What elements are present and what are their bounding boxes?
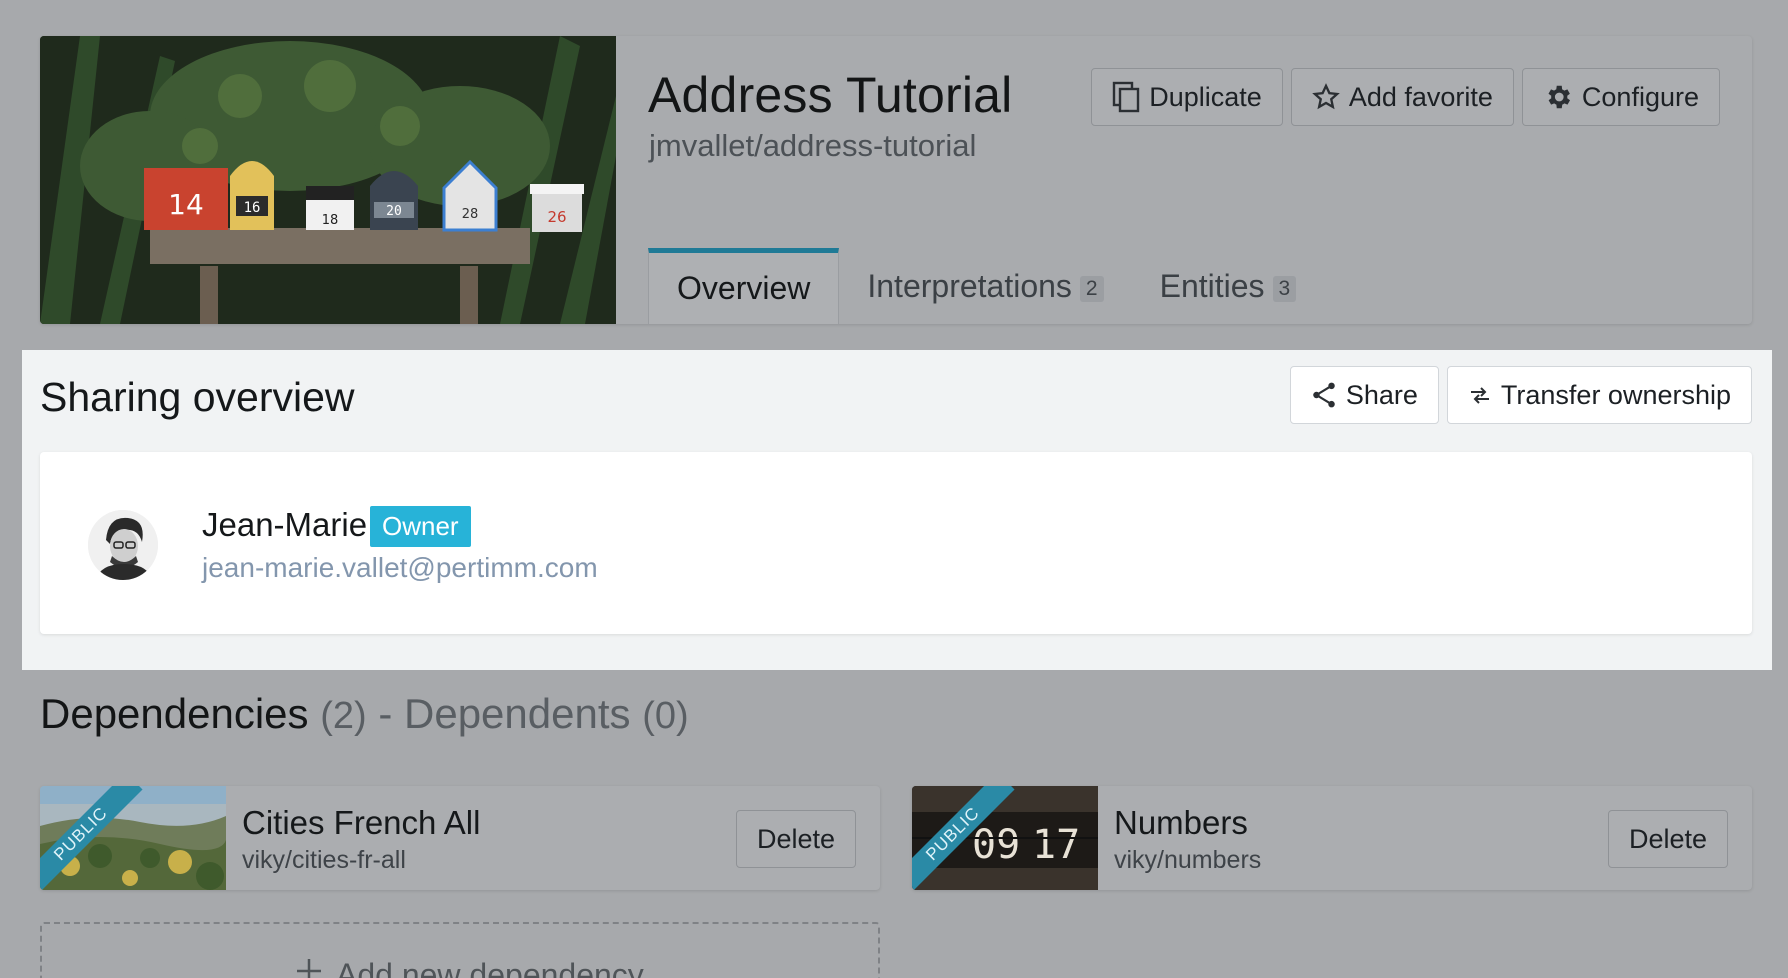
dependency-card[interactable]: 09 17 PUBLIC Numbers viky/numbers Delete bbox=[912, 786, 1752, 890]
copy-icon bbox=[1112, 81, 1140, 113]
share-button[interactable]: Share bbox=[1289, 366, 1439, 424]
transfer-ownership-label: Transfer ownership bbox=[1500, 379, 1731, 410]
tab-count-badge: 3 bbox=[1272, 276, 1297, 302]
tab-label: Interpretations bbox=[867, 267, 1072, 304]
duplicate-button[interactable]: Duplicate bbox=[1091, 68, 1283, 126]
tab-entities[interactable]: Entities 3 bbox=[1132, 248, 1325, 324]
mailbox-number: 28 bbox=[462, 207, 479, 222]
dependents-title[interactable]: Dependents bbox=[404, 690, 631, 737]
agent-header-card: 14 16 18 20 28 26 Address Tutorial jmval… bbox=[40, 36, 1752, 324]
mailbox-number: 26 bbox=[547, 208, 566, 226]
duplicate-label: Duplicate bbox=[1149, 81, 1262, 112]
sharing-actions: Share Transfer ownership bbox=[1289, 366, 1752, 424]
tab-label: Overview bbox=[677, 270, 811, 306]
flip-digits: 09 bbox=[972, 822, 1020, 868]
dependency-name: Cities French All bbox=[242, 804, 481, 841]
add-favorite-button[interactable]: Add favorite bbox=[1290, 68, 1514, 126]
mailbox-number: 16 bbox=[244, 200, 261, 216]
header-actions: Duplicate Add favorite Configure bbox=[1091, 68, 1720, 126]
add-new-dependency-label: Add new dependency bbox=[336, 956, 644, 978]
plus-icon bbox=[294, 956, 324, 978]
owner-role-badge: Owner bbox=[370, 506, 471, 547]
sharing-overview-panel: Sharing overview Share Transfer ownershi… bbox=[22, 350, 1772, 670]
transfer-ownership-button[interactable]: Transfer ownership bbox=[1446, 366, 1752, 424]
dependency-thumbnail: PUBLIC bbox=[40, 786, 226, 890]
share-label: Share bbox=[1345, 379, 1418, 410]
agent-slug: jmvallet/address-tutorial bbox=[649, 128, 977, 163]
star-icon bbox=[1312, 83, 1340, 111]
add-favorite-label: Add favorite bbox=[1348, 81, 1493, 112]
sharing-title: Sharing overview bbox=[40, 374, 355, 420]
mailbox-number: 14 bbox=[168, 188, 204, 221]
tab-overview[interactable]: Overview bbox=[648, 248, 840, 324]
member-name: Jean-Marie bbox=[202, 506, 368, 543]
delete-dependency-button[interactable]: Delete bbox=[735, 810, 856, 868]
dependents-count: (0) bbox=[642, 695, 689, 737]
dependency-name: Numbers bbox=[1114, 804, 1248, 841]
tab-interpretations[interactable]: Interpretations 2 bbox=[839, 248, 1131, 324]
tab-count-badge: 2 bbox=[1079, 276, 1104, 302]
add-new-dependency-button[interactable]: Add new dependency bbox=[40, 922, 880, 978]
delete-dependency-button[interactable]: Delete bbox=[1607, 810, 1728, 868]
configure-button[interactable]: Configure bbox=[1521, 68, 1720, 126]
dependencies-heading: Dependencies (2) - Dependents (0) bbox=[40, 690, 689, 738]
dependency-thumbnail: 09 17 PUBLIC bbox=[912, 786, 1098, 890]
mailbox-number: 20 bbox=[386, 204, 402, 219]
dependencies-title[interactable]: Dependencies bbox=[40, 690, 309, 737]
dependency-card[interactable]: PUBLIC Cities French All viky/cities-fr-… bbox=[40, 786, 880, 890]
agent-title: Address Tutorial bbox=[648, 67, 1013, 123]
member-card: Jean-Marie Owner jean-marie.vallet@perti… bbox=[40, 452, 1752, 634]
dependency-slug: viky/numbers bbox=[1114, 846, 1262, 874]
dependencies-count: (2) bbox=[320, 695, 367, 737]
flip-digits: 17 bbox=[1032, 822, 1080, 868]
mailbox-number: 18 bbox=[322, 213, 339, 228]
heading-separator: - bbox=[378, 690, 393, 737]
member-email: jean-marie.vallet@pertimm.com bbox=[202, 552, 598, 583]
agent-tabs: Overview Interpretations 2 Entities 3 bbox=[648, 248, 1324, 324]
tab-label: Entities bbox=[1159, 267, 1265, 304]
transfer-arrows-icon bbox=[1468, 383, 1492, 407]
configure-label: Configure bbox=[1581, 81, 1699, 112]
cover-image-mailboxes: 14 16 18 20 28 26 bbox=[40, 36, 616, 324]
gear-icon bbox=[1543, 82, 1573, 112]
share-icon bbox=[1311, 381, 1337, 409]
dependency-slug: viky/cities-fr-all bbox=[242, 846, 406, 874]
avatar bbox=[88, 510, 158, 580]
